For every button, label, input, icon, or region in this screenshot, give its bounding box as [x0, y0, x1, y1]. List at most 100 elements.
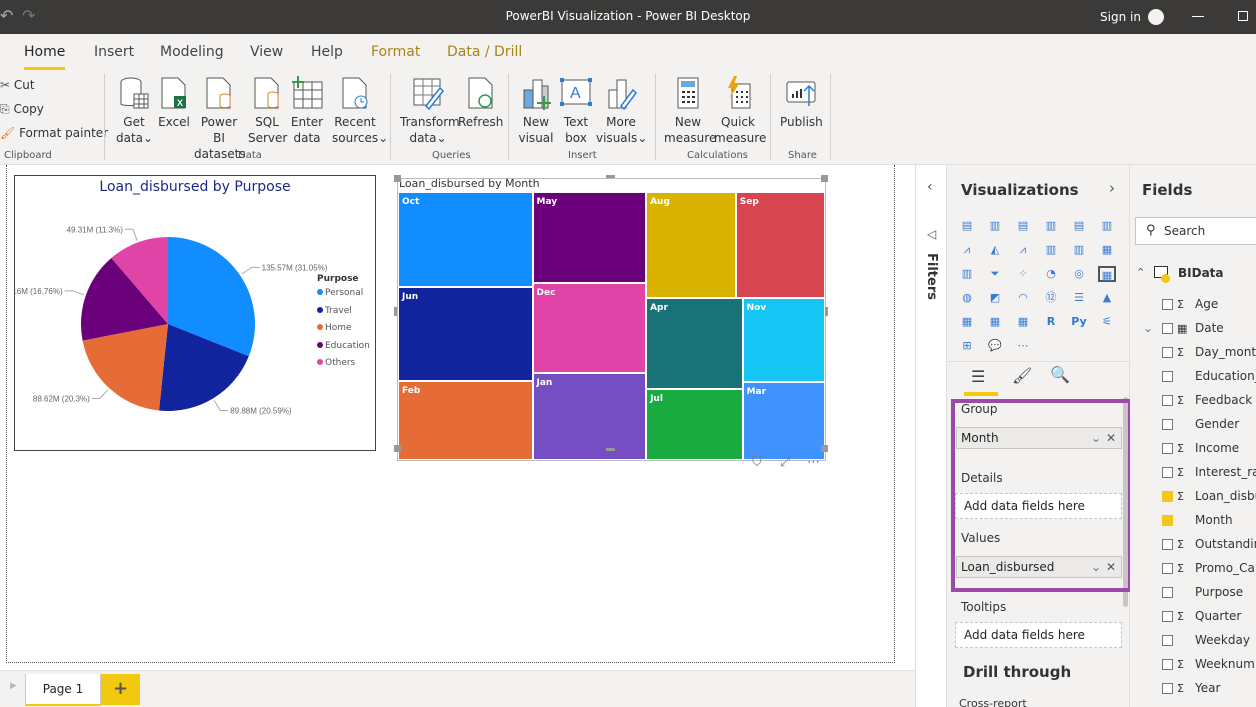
treemap-tile-may[interactable]: May: [532, 192, 647, 284]
field-checkbox[interactable]: [1162, 563, 1173, 574]
page-tab-1[interactable]: Page 1: [25, 674, 101, 706]
field-item-year[interactable]: Σ Year: [1143, 681, 1220, 695]
r-script-visual-icon[interactable]: R: [1042, 314, 1060, 330]
resize-handle[interactable]: [606, 448, 615, 451]
field-item-month[interactable]: Month: [1143, 513, 1233, 527]
add-page-button[interactable]: +: [101, 674, 140, 705]
100-column-visual-icon[interactable]: ▥: [1098, 218, 1116, 234]
treemap-tile-nov[interactable]: Nov: [742, 297, 825, 383]
pie-chart-visual[interactable]: Loan_disbursed by Purpose 135.57M (31.05…: [14, 175, 376, 451]
field-checkbox[interactable]: [1162, 587, 1173, 598]
table-visual-icon[interactable]: ▦: [986, 314, 1004, 330]
sign-in-link[interactable]: Sign in: [1100, 10, 1141, 24]
filter-icon[interactable]: ⛉: [752, 455, 762, 470]
fields-search-input[interactable]: ⚲ Search: [1135, 217, 1256, 245]
enter-data-button[interactable]: Enter data: [290, 76, 324, 146]
restore-button[interactable]: [1238, 11, 1248, 21]
new-visual-button[interactable]: New visual: [518, 76, 554, 146]
tab-help[interactable]: Help: [311, 44, 343, 60]
treemap-visual-icon[interactable]: ▦: [1098, 266, 1116, 282]
treemap-tile-jan[interactable]: Jan: [532, 372, 647, 460]
line-visual-icon[interactable]: ⩘: [958, 242, 976, 258]
treemap-tile-jul[interactable]: Jul: [646, 388, 743, 460]
decomposition-tree-visual-icon[interactable]: ⊞: [958, 338, 976, 354]
format-paint-roller-icon[interactable]: 🖌: [1012, 366, 1032, 385]
pie-visual-icon[interactable]: ◔: [1042, 266, 1060, 282]
tab-modeling[interactable]: Modeling: [160, 44, 224, 60]
100-bar-visual-icon[interactable]: ▤: [1070, 218, 1088, 234]
legend-item[interactable]: Education: [317, 341, 370, 359]
excel-button[interactable]: X Excel: [158, 76, 190, 130]
field-item-outstandin[interactable]: Σ Outstandin: [1143, 537, 1256, 551]
analytics-icon[interactable]: 🔍: [1050, 365, 1070, 384]
area-visual-icon[interactable]: ◭: [986, 242, 1004, 258]
field-item-weeknum[interactable]: Σ Weeknum: [1143, 657, 1255, 671]
card-visual-icon[interactable]: ⑫: [1042, 290, 1060, 306]
treemap-tile-apr[interactable]: Apr: [646, 297, 743, 389]
more-visual-icon[interactable]: ⋯: [1014, 338, 1032, 354]
legend-item[interactable]: Personal: [317, 288, 370, 306]
avatar[interactable]: [1148, 9, 1164, 25]
stacked-area-visual-icon[interactable]: ⩘: [1014, 242, 1032, 258]
cut-button[interactable]: ✂ Cut: [0, 78, 35, 92]
field-item-day-month[interactable]: Σ Day_month: [1143, 345, 1256, 359]
copy-button[interactable]: ⎘ Copy: [0, 102, 44, 117]
ribbon-visual-icon[interactable]: ▦: [1098, 242, 1116, 258]
resize-handle[interactable]: [394, 175, 401, 182]
field-item-loan-disbu[interactable]: Σ Loan_disbu: [1143, 489, 1256, 503]
resize-handle[interactable]: [606, 175, 615, 178]
treemap-tile-oct[interactable]: Oct: [398, 192, 533, 288]
qa-visual-icon[interactable]: 💬: [986, 338, 1004, 354]
tab-insert[interactable]: Insert: [94, 44, 134, 60]
field-item-purpose[interactable]: Purpose: [1143, 585, 1243, 599]
treemap-tile-sep[interactable]: Sep: [735, 192, 825, 298]
scatter-visual-icon[interactable]: ⁘: [1014, 266, 1032, 282]
treemap-tile-dec[interactable]: Dec: [532, 283, 647, 373]
format-painter-button[interactable]: 🖌 Format painter: [0, 126, 108, 140]
field-item-promo-ca-[interactable]: Σ Promo_Ca.: [1143, 561, 1256, 575]
quick-measure-button[interactable]: Quick measure: [714, 76, 766, 146]
collapse-table-icon[interactable]: ⌃: [1136, 266, 1145, 279]
field-item-quarter[interactable]: Σ Quarter: [1143, 609, 1241, 623]
stacked-bar-visual-icon[interactable]: ▤: [958, 218, 976, 234]
field-item-age[interactable]: Σ Age: [1143, 297, 1218, 311]
field-checkbox[interactable]: [1162, 659, 1173, 670]
resize-handle[interactable]: [394, 307, 397, 316]
fields-tab-icon[interactable]: ☰: [971, 367, 985, 386]
clustered-bar-visual-icon[interactable]: ▤: [1014, 218, 1032, 234]
filters-pane[interactable]: ‹ ◁ Filters: [915, 165, 947, 707]
expand-chevron-icon[interactable]: ›: [1109, 179, 1115, 197]
field-item-education-[interactable]: Education_: [1143, 369, 1256, 383]
new-measure-button[interactable]: New measure: [664, 76, 716, 146]
tab-format[interactable]: Format: [371, 44, 420, 60]
field-checkbox[interactable]: [1162, 611, 1173, 622]
treemap-tile-jun[interactable]: Jun: [398, 287, 533, 382]
treemap-visual[interactable]: Loan_disbursed by Month Oct Jun Feb May Dec J…: [397, 177, 826, 461]
tooltips-drop-zone[interactable]: Add data fields here: [955, 622, 1122, 648]
tab-home[interactable]: Home: [24, 44, 66, 70]
legend-item[interactable]: Home: [317, 323, 370, 341]
resize-handle[interactable]: [821, 175, 828, 182]
field-checkbox[interactable]: [1162, 443, 1173, 454]
key-influencers-visual-icon[interactable]: ⚟: [1098, 314, 1116, 330]
field-checkbox[interactable]: [1162, 515, 1173, 526]
field-item-gender[interactable]: Gender: [1143, 417, 1239, 431]
python-visual-icon[interactable]: Py: [1070, 314, 1088, 330]
recent-sources-button[interactable]: Recent sources⌄: [332, 76, 388, 146]
legend-item[interactable]: Others: [317, 358, 370, 376]
focus-mode-icon[interactable]: ⤢: [780, 455, 790, 470]
text-box-button[interactable]: A Text box: [560, 76, 592, 146]
field-checkbox[interactable]: [1162, 395, 1173, 406]
field-item-feedback[interactable]: Σ Feedback: [1143, 393, 1252, 407]
field-checkbox[interactable]: [1162, 347, 1173, 358]
funnel-visual-icon[interactable]: ⏷: [986, 266, 1004, 282]
field-checkbox[interactable]: [1162, 299, 1173, 310]
field-checkbox[interactable]: [1162, 539, 1173, 550]
field-checkbox[interactable]: [1162, 419, 1173, 430]
kpi-visual-icon[interactable]: ▲: [1098, 290, 1116, 306]
clustered-column-visual-icon[interactable]: ▥: [1042, 218, 1060, 234]
resize-handle[interactable]: [394, 445, 401, 452]
resize-handle[interactable]: [825, 307, 828, 316]
field-checkbox[interactable]: [1162, 635, 1173, 646]
field-checkbox[interactable]: [1162, 683, 1173, 694]
